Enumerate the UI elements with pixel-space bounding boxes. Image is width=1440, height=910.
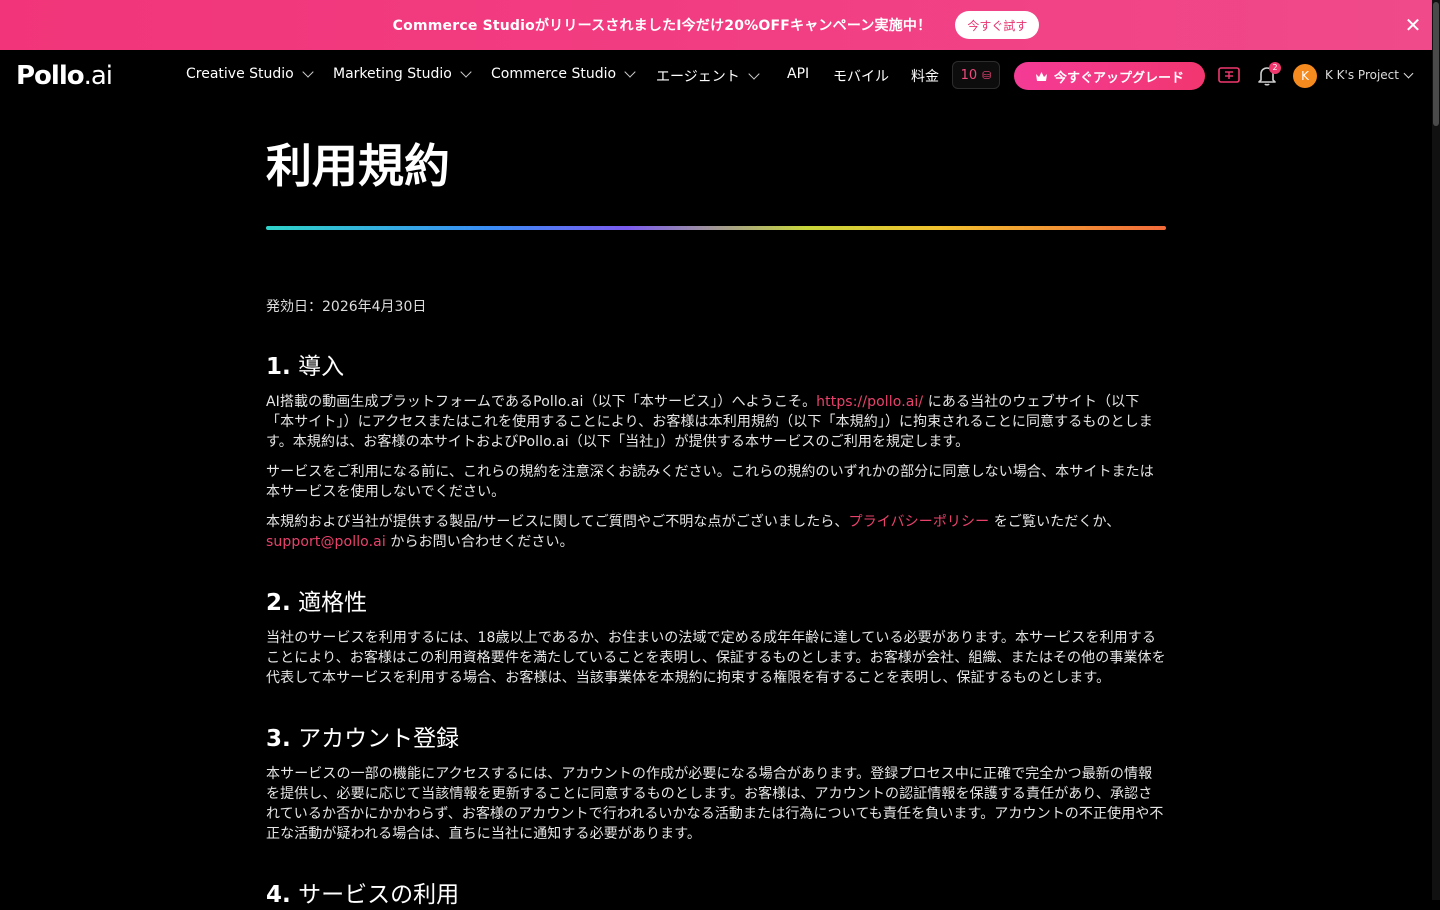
notification-badge: 2 <box>1269 62 1281 74</box>
paragraph: 本規約および当社が提供する製品/サービスに関してご質問やご不明な点がございました… <box>266 512 1166 552</box>
upgrade-label: 今すぐアップグレード <box>1053 70 1184 86</box>
credits-count: 10 <box>960 67 978 83</box>
paragraph: AI搭載の動画生成プラットフォームであるPollo.ai（以下「本サービス」）へ… <box>266 392 1166 452</box>
nav-creative-studio[interactable]: Creative Studio <box>186 66 314 82</box>
logo[interactable]: Pollo.ai <box>16 61 113 91</box>
title-divider <box>266 226 1166 230</box>
nav-commerce-studio[interactable]: Commerce Studio <box>491 66 636 82</box>
effective-date: 発効日：2026年4月30日 <box>266 299 427 315</box>
nav-marketing-studio[interactable]: Marketing Studio <box>333 66 472 82</box>
project-name: K K's Project <box>1325 68 1399 82</box>
chevron-down-icon <box>748 68 760 80</box>
section-title: アカウント登録 <box>298 726 460 752</box>
chevron-down-icon <box>1403 68 1414 78</box>
scrollbar[interactable] <box>1432 0 1440 900</box>
page-title: 利用規約 <box>266 139 450 193</box>
promo-banner: Commerce StudioがリリースされましたI今だけ20%OFFキャンペー… <box>0 0 1432 50</box>
nav-mobile[interactable]: モバイル <box>833 66 889 86</box>
credits-balance[interactable]: 10 ⛁ <box>952 61 1000 89</box>
section-number: 4. <box>266 882 291 908</box>
project-switcher[interactable]: K K's Project <box>1325 68 1414 82</box>
section-number: 3. <box>266 726 291 752</box>
nav-label: モバイル <box>833 69 889 85</box>
coin-icon: ⛁ <box>982 68 992 82</box>
support-email-link[interactable]: support@pollo.ai <box>266 534 386 550</box>
section-heading: 1. 導入 <box>266 352 1166 382</box>
text: 本規約および当社が提供する製品/サービスに関してご質問やご不明な点がございました… <box>266 514 849 530</box>
nav-label: エージェント <box>656 69 740 85</box>
nav-api[interactable]: API <box>787 66 809 82</box>
crown-icon <box>1035 71 1047 81</box>
chevron-down-icon <box>460 66 472 78</box>
paragraph: サービスをご利用になる前に、これらの規約を注意深くお読みください。これらの規約の… <box>266 464 1154 500</box>
text: をご覧いただくか、 <box>989 514 1121 530</box>
paragraph: 本サービスの一部の機能にアクセスするには、アカウントの作成が必要になる場合があり… <box>266 766 1164 842</box>
paragraph: 当社のサービスを利用するには、18歳以上であるか、お住まいの法域で定める成年年齢… <box>266 630 1166 686</box>
text: からお問い合わせください。 <box>385 534 574 550</box>
nav-label: API <box>787 66 810 82</box>
section-number: 2. <box>266 590 291 616</box>
section-heading: 4. サービスの利用 <box>266 880 1166 910</box>
logo-main: Pollo <box>16 61 85 91</box>
section-heading: 2. 適格性 <box>266 588 1166 618</box>
nav-agent[interactable]: エージェント <box>656 66 760 86</box>
section-heading: 3. アカウント登録 <box>266 724 1166 754</box>
section-number: 1. <box>266 354 291 380</box>
top-navigation: Pollo.ai Creative Studio Marketing Studi… <box>0 50 1432 102</box>
chevron-down-icon <box>302 66 314 78</box>
promo-text: Commerce StudioがリリースされましたI今だけ20%OFFキャンペー… <box>392 18 932 34</box>
nav-label: 料金 <box>911 69 939 85</box>
text: AI搭載の動画生成プラットフォームであるPollo.ai（以下「本サービス」）へ… <box>266 394 817 410</box>
avatar[interactable]: K <box>1293 64 1317 88</box>
terms-content: 利用規約 発効日：2026年4月30日 1. 導入 AI搭載の動画生成プラットフ… <box>266 102 1166 910</box>
scrollbar-thumb[interactable] <box>1433 2 1439 126</box>
privacy-policy-link[interactable]: プライバシーポリシー <box>849 514 990 530</box>
logo-suffix: .ai <box>83 61 113 91</box>
upgrade-button[interactable]: 今すぐアップグレード <box>1014 62 1205 90</box>
try-now-button[interactable]: 今すぐ試す <box>955 11 1040 39</box>
nav-label: Commerce Studio <box>491 66 617 82</box>
section-title: 導入 <box>298 354 345 380</box>
section-title: サービスの利用 <box>298 882 460 908</box>
chevron-down-icon <box>624 66 636 78</box>
close-icon[interactable]: ✕ <box>1402 14 1424 36</box>
section-title: 適格性 <box>298 590 368 616</box>
nav-label: Marketing Studio <box>333 66 452 82</box>
ticket-icon[interactable] <box>1218 67 1240 83</box>
nav-label: Creative Studio <box>186 66 294 82</box>
site-link[interactable]: https://pollo.ai/ <box>816 394 923 410</box>
nav-pricing[interactable]: 料金 <box>911 66 939 86</box>
